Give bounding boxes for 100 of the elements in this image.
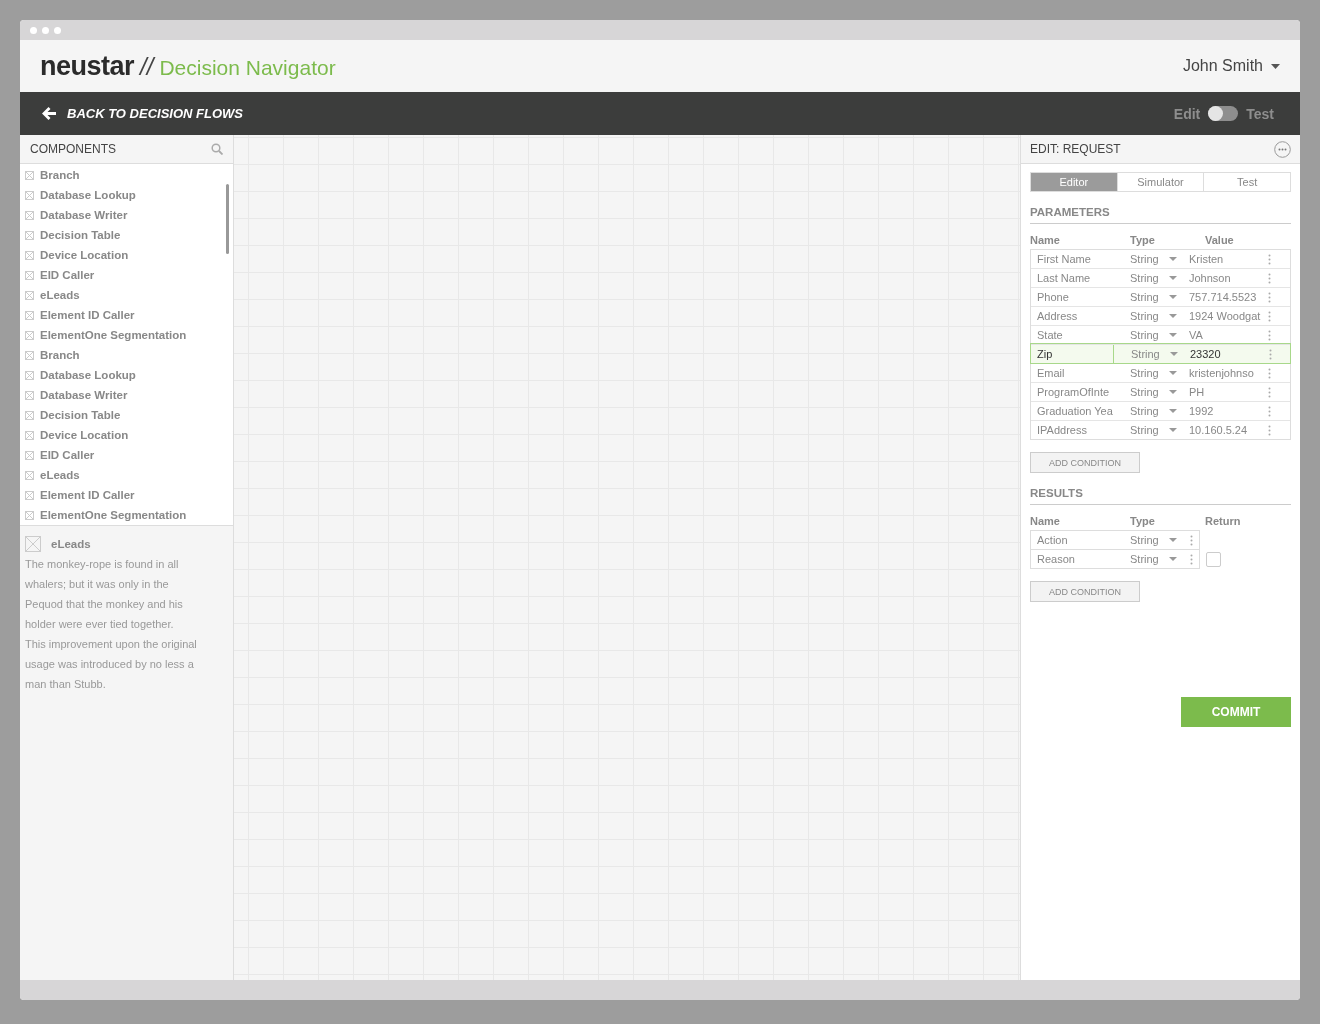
drag-handle-icon[interactable] — [1268, 310, 1271, 322]
parameter-name: IPAddress — [1036, 424, 1088, 436]
caret-icon — [1168, 295, 1177, 299]
component-icon — [25, 330, 34, 340]
column-header: Value — [1205, 234, 1235, 246]
panel-tab[interactable]: Editor — [1031, 173, 1117, 191]
component-icon — [25, 250, 34, 260]
type-dropdown[interactable]: String — [1113, 553, 1189, 565]
type-dropdown[interactable]: String — [1113, 329, 1189, 341]
component-icon — [25, 270, 34, 280]
section-title: PARAMETERS — [1030, 192, 1291, 224]
component-item[interactable]: Decision Table — [20, 225, 233, 245]
caret-icon — [1168, 276, 1177, 280]
component-icon — [25, 536, 41, 552]
parameter-row[interactable]: First Name String Kristen — [1031, 250, 1290, 268]
add-condition-button[interactable]: ADD CONDITION — [1030, 452, 1140, 473]
mode-label: Edit — [1173, 105, 1201, 122]
parameter-name: First Name — [1036, 253, 1092, 265]
component-item[interactable]: Branch — [20, 165, 233, 185]
parameter-name: ProgramOfInte — [1036, 386, 1111, 398]
window-control-dot[interactable] — [54, 26, 61, 34]
component-item[interactable]: Element ID Caller — [20, 485, 233, 505]
component-item[interactable]: ElementOne Segmentation — [20, 505, 233, 525]
component-item[interactable]: Database Writer — [20, 205, 233, 225]
drag-handle-icon[interactable] — [1190, 534, 1193, 546]
component-icon — [25, 470, 34, 480]
drag-handle-icon[interactable] — [1268, 386, 1271, 398]
parameter-name: Address — [1036, 310, 1079, 322]
column-header: Name — [1030, 234, 1061, 246]
result-row[interactable]: Reason String — [1030, 550, 1200, 569]
add-condition-button[interactable]: ADD CONDITION — [1030, 581, 1140, 602]
product-name: Decision Navigator — [159, 55, 336, 80]
drag-handle-icon[interactable] — [1268, 272, 1271, 284]
parameter-row[interactable]: ProgramOfInte String PH — [1031, 382, 1290, 401]
component-item[interactable]: Device Location — [20, 245, 233, 265]
component-icon — [25, 190, 34, 200]
component-item[interactable]: Database Writer — [20, 385, 233, 405]
more-icon[interactable] — [1274, 140, 1291, 158]
parameter-row[interactable]: IPAddress String 10.160.5.24 — [1031, 420, 1290, 439]
component-icon — [25, 430, 34, 440]
parameter-row[interactable]: Address String 1924 Woodgat — [1031, 306, 1290, 325]
caret-icon — [1169, 352, 1178, 356]
caret-icon — [1168, 409, 1177, 413]
result-row[interactable]: Action String — [1030, 530, 1200, 550]
commit-button[interactable]: COMMIT — [1181, 697, 1291, 727]
user-menu[interactable]: John Smith — [1182, 57, 1280, 75]
component-item[interactable]: Element ID Caller — [20, 305, 233, 325]
parameter-row[interactable]: Email String kristenjohnso — [1031, 363, 1290, 382]
drag-handle-icon[interactable] — [1268, 253, 1271, 265]
drag-handle-icon[interactable] — [1268, 329, 1271, 341]
component-icon — [25, 310, 34, 320]
component-item[interactable]: eLeads — [20, 285, 233, 305]
component-icon — [25, 510, 34, 520]
window-control-dot[interactable] — [30, 26, 37, 34]
parameter-name: Last Name — [1036, 272, 1092, 284]
type-dropdown[interactable]: String — [1114, 348, 1190, 360]
component-icon — [25, 490, 34, 500]
component-item[interactable]: Device Location — [20, 425, 233, 445]
parameter-row[interactable]: Graduation Yea String 1992 — [1031, 401, 1290, 420]
return-checkbox[interactable] — [1206, 552, 1221, 567]
component-item[interactable]: Branch — [20, 345, 233, 365]
drag-handle-icon[interactable] — [1269, 348, 1272, 360]
component-item[interactable]: Database Lookup — [20, 185, 233, 205]
caret-icon — [1168, 371, 1177, 375]
component-item[interactable]: EID Caller — [20, 265, 233, 285]
search-icon[interactable] — [211, 143, 223, 155]
mode-toggle[interactable] — [1208, 106, 1239, 121]
type-dropdown[interactable]: String — [1113, 272, 1189, 284]
component-item[interactable]: Decision Table — [20, 405, 233, 425]
type-dropdown[interactable]: String — [1113, 291, 1189, 303]
back-link[interactable]: BACK TO DECISION FLOWS — [42, 106, 243, 121]
drag-handle-icon[interactable] — [1190, 553, 1193, 565]
panel-title: EDIT: REQUEST — [1030, 142, 1121, 156]
component-icon — [25, 410, 34, 420]
type-dropdown[interactable]: String — [1113, 424, 1189, 436]
column-header: Return — [1205, 515, 1242, 527]
parameter-row[interactable]: Last Name String Johnson — [1031, 268, 1290, 287]
drag-handle-icon[interactable] — [1268, 291, 1271, 303]
component-icon — [25, 210, 34, 220]
window-control-dot[interactable] — [42, 26, 49, 34]
drag-handle-icon[interactable] — [1268, 424, 1271, 436]
component-item[interactable]: ElementOne Segmentation — [20, 325, 233, 345]
component-item[interactable]: EID Caller — [20, 445, 233, 465]
drag-handle-icon[interactable] — [1268, 405, 1271, 417]
type-dropdown[interactable]: String — [1113, 253, 1189, 265]
component-item[interactable]: eLeads — [20, 465, 233, 485]
type-dropdown[interactable]: String — [1113, 534, 1189, 546]
parameter-name: Email — [1036, 367, 1066, 379]
parameter-row[interactable]: Zip String 23320 — [1031, 344, 1290, 363]
scrollbar-thumb[interactable] — [226, 184, 229, 254]
type-dropdown[interactable]: String — [1113, 310, 1189, 322]
drag-handle-icon[interactable] — [1268, 367, 1271, 379]
type-dropdown[interactable]: String — [1113, 405, 1189, 417]
type-dropdown[interactable]: String — [1113, 386, 1189, 398]
caret-icon — [1168, 333, 1177, 337]
parameter-row[interactable]: Phone String 757.714.5523 — [1031, 287, 1290, 306]
detail-title: eLeads — [51, 538, 91, 550]
component-item[interactable]: Database Lookup — [20, 365, 233, 385]
type-dropdown[interactable]: String — [1113, 367, 1189, 379]
component-icon — [25, 450, 34, 460]
